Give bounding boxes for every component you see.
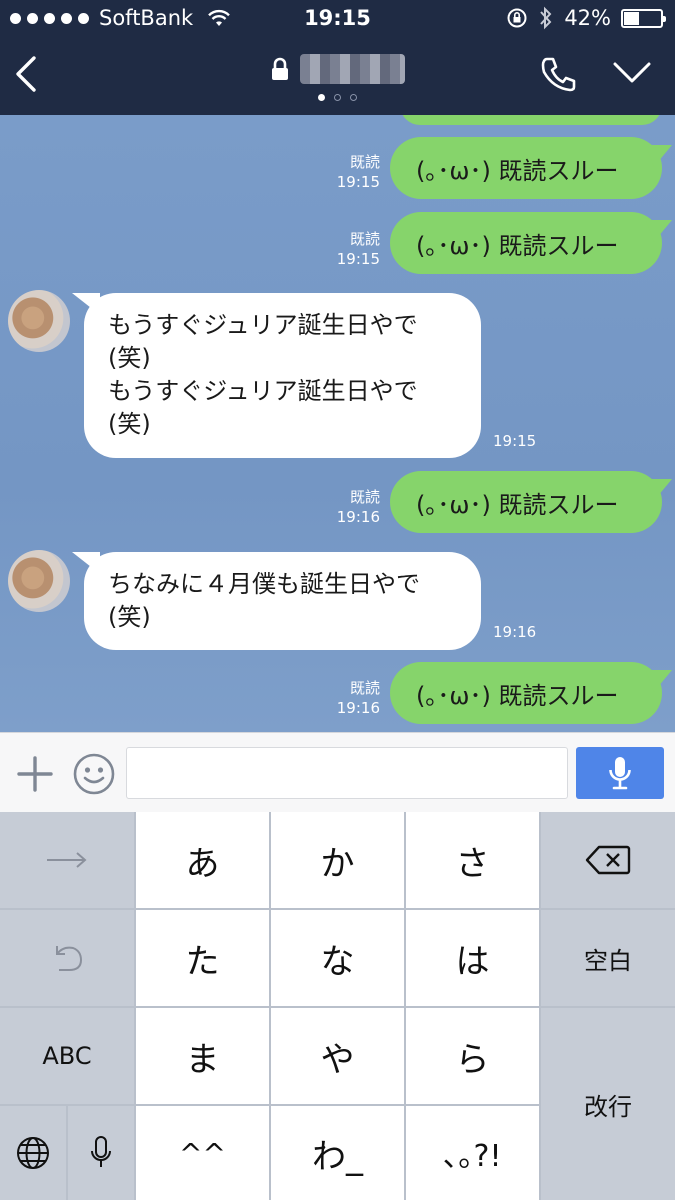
phone-icon[interactable] [538, 54, 578, 94]
sent-message[interactable]: (｡･ω･) 既読スルー [390, 137, 672, 199]
abc-key[interactable]: ABC [0, 1008, 134, 1104]
message-meta: 既読 19:15 [320, 229, 380, 269]
bubble-tail [646, 220, 672, 242]
rotation-lock-icon [507, 8, 527, 28]
sent-message[interactable]: (｡･ω･) 既読スルー [390, 471, 672, 533]
contact-name-redacted [300, 54, 405, 84]
emoji-icon[interactable] [72, 752, 116, 796]
arrow-right-icon [47, 852, 87, 868]
message-time: 19:16 [336, 508, 380, 526]
avatar[interactable] [8, 550, 70, 612]
key-ta[interactable]: た [136, 910, 269, 1006]
battery-cap [663, 15, 666, 22]
dictation-key[interactable] [68, 1106, 134, 1200]
message-line: ちなみに４月僕も誕生日やで [108, 570, 420, 598]
message-line: もうすぐジュリア誕生日やで [108, 311, 418, 339]
bubble-tail [72, 552, 100, 574]
battery-level [624, 11, 640, 25]
read-receipt: 既読 [349, 488, 380, 506]
nav-bar [0, 36, 675, 115]
battery-icon [621, 8, 666, 28]
previous-message-partial [400, 115, 662, 125]
page-dot [334, 94, 341, 101]
key-sa[interactable]: さ [406, 812, 539, 908]
globe-icon [17, 1137, 49, 1169]
read-receipt: 既読 [349, 153, 380, 171]
received-message[interactable]: もうすぐジュリア誕生日やで (笑) もうすぐジュリア誕生日やで (笑) [72, 293, 481, 458]
key-na[interactable]: な [271, 910, 404, 1006]
bubble-tail [646, 479, 672, 501]
message-text: (｡･ω･) 既読スルー [416, 490, 619, 519]
message-time: 19:15 [336, 250, 380, 268]
message-time: 19:16 [493, 623, 537, 641]
bubble-tail [72, 293, 100, 315]
next-candidate-key[interactable] [0, 812, 134, 908]
read-receipt: 既読 [349, 679, 380, 697]
microphone-icon [609, 757, 631, 790]
message-time: 19:16 [336, 699, 380, 717]
chat-header: SoftBank 19:15 42% [0, 0, 675, 115]
delete-key[interactable] [541, 812, 675, 908]
page-dot [318, 94, 325, 101]
message-meta: 既読 19:16 [320, 487, 380, 527]
avatar[interactable] [8, 290, 70, 352]
chat-area[interactable]: 既読 19:15 (｡･ω･) 既読スルー 既読 19:15 (｡･ω･) 既読… [0, 115, 675, 732]
key-ra[interactable]: ら [406, 1008, 539, 1104]
battery-percent: 42% [564, 6, 611, 30]
message-text: (｡･ω･) 既読スルー [416, 231, 619, 260]
bubble-tail [646, 145, 672, 167]
globe-key[interactable] [0, 1106, 66, 1200]
return-key[interactable]: 改行 [541, 1008, 675, 1200]
message-input-bar [0, 732, 675, 812]
key-ma[interactable]: ま [136, 1008, 269, 1104]
lock-icon [272, 57, 288, 80]
message-time: 19:15 [493, 432, 537, 450]
message-meta: 既読 19:16 [320, 678, 380, 718]
key-wa[interactable]: わ_ [271, 1106, 404, 1200]
message-input[interactable] [126, 747, 568, 799]
key-punctuation[interactable]: ､｡?! [406, 1106, 539, 1200]
key-ya[interactable]: や [271, 1008, 404, 1104]
page-indicator [0, 94, 675, 101]
japanese-keyboard: あ か さ た な は 空白 ABC ま や ら 改行 ^^ わ_ ､｡?! [0, 812, 675, 1200]
message-time: 19:15 [336, 173, 380, 191]
space-key[interactable]: 空白 [541, 910, 675, 1006]
message-line: (笑) [108, 603, 151, 631]
message-line: (笑) [108, 344, 151, 372]
message-line: もうすぐジュリア誕生日やで [108, 377, 418, 405]
message-line: (笑) [108, 410, 151, 438]
undo-key[interactable] [0, 910, 134, 1006]
message-meta: 既読 19:15 [320, 152, 380, 192]
bubble-tail [646, 670, 672, 692]
key-ha[interactable]: は [406, 910, 539, 1006]
key-emoticon[interactable]: ^^ [136, 1106, 269, 1200]
sent-message[interactable]: (｡･ω･) 既読スルー [390, 212, 672, 274]
message-text: (｡･ω･) 既読スルー [416, 156, 619, 185]
voice-message-button[interactable] [576, 747, 664, 799]
key-a[interactable]: あ [136, 812, 269, 908]
sent-message[interactable]: (｡･ω･) 既読スルー [390, 662, 672, 724]
key-ka[interactable]: か [271, 812, 404, 908]
message-text: (｡･ω･) 既読スルー [416, 681, 619, 710]
received-message[interactable]: ちなみに４月僕も誕生日やで (笑) [72, 552, 481, 650]
bluetooth-icon [540, 6, 552, 30]
plus-icon[interactable] [16, 755, 54, 793]
microphone-icon [91, 1136, 111, 1167]
status-bar: SoftBank 19:15 42% [0, 0, 675, 36]
undo-icon [56, 946, 83, 971]
chevron-down-icon[interactable] [612, 58, 652, 88]
read-receipt: 既読 [349, 230, 380, 248]
page-dot [350, 94, 357, 101]
status-right: 42% [506, 6, 666, 30]
backspace-icon [585, 845, 631, 875]
